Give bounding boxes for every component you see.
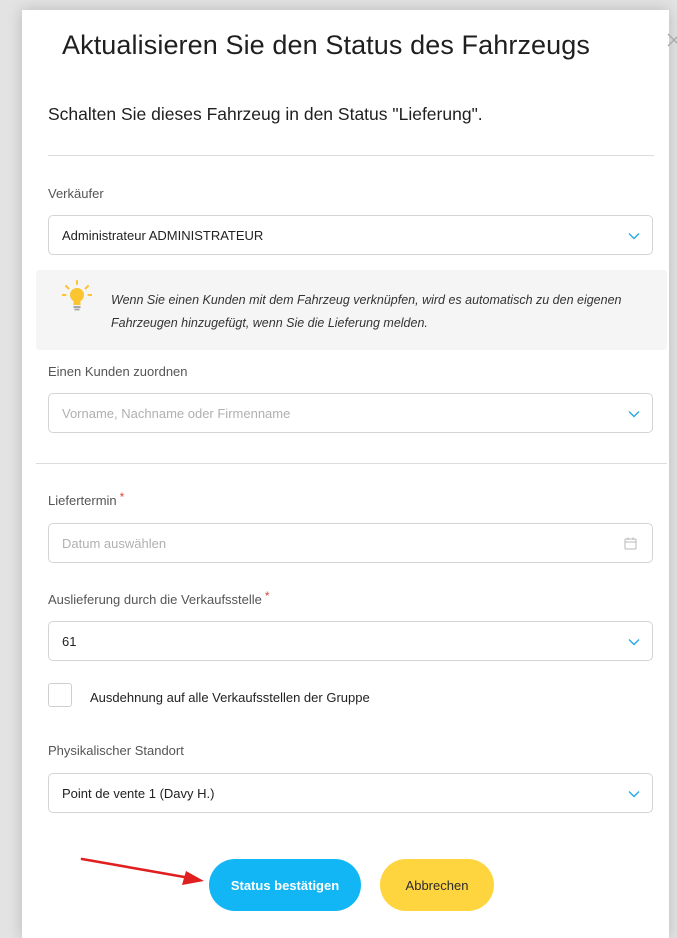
divider xyxy=(48,155,654,156)
extend-group-label[interactable]: Ausdehnung auf alle Verkaufsstellen der … xyxy=(90,690,370,705)
chevron-down-icon xyxy=(628,233,640,240)
close-icon[interactable] xyxy=(666,32,677,48)
customer-placeholder: Vorname, Nachname oder Firmenname xyxy=(62,406,291,421)
dialog-subtitle: Schalten Sie dieses Fahrzeug in den Stat… xyxy=(48,104,483,124)
extend-group-checkbox[interactable] xyxy=(48,683,72,707)
lightbulb-icon xyxy=(62,280,92,311)
delivery-date-placeholder: Datum auswählen xyxy=(62,536,167,551)
info-text: Wenn Sie einen Kunden mit dem Fahrzeug v… xyxy=(111,293,622,330)
outlet-value: 61 xyxy=(62,634,77,649)
confirm-status-button[interactable]: Status bestätigen xyxy=(209,859,361,911)
outlet-label: Auslieferung durch die Verkaufsstelle * xyxy=(48,589,270,607)
info-notice: Wenn Sie einen Kunden mit dem Fahrzeug v… xyxy=(36,270,667,350)
required-asterisk: * xyxy=(264,589,270,603)
physical-location-select[interactable]: Point de vente 1 (Davy H.) xyxy=(48,773,653,813)
delivery-date-picker[interactable]: Datum auswählen xyxy=(48,523,653,563)
seller-select[interactable]: Administrateur ADMINISTRATEUR xyxy=(48,215,653,255)
seller-label: Verkäufer xyxy=(48,186,104,201)
delivery-date-label: Liefertermin * xyxy=(48,490,125,508)
calendar-icon xyxy=(624,537,637,550)
chevron-down-icon xyxy=(628,411,640,418)
cancel-button[interactable]: Abbrechen xyxy=(380,859,494,911)
outlet-label-text: Auslieferung durch die Verkaufsstelle xyxy=(48,592,262,607)
required-asterisk: * xyxy=(119,490,125,504)
chevron-down-icon xyxy=(628,791,640,798)
physical-location-label: Physikalischer Standort xyxy=(48,743,184,758)
dialog-title: Aktualisieren Sie den Status des Fahrzeu… xyxy=(62,30,590,60)
customer-search-select[interactable]: Vorname, Nachname oder Firmenname xyxy=(48,393,653,433)
outlet-select[interactable]: 61 xyxy=(48,621,653,661)
customer-label: Einen Kunden zuordnen xyxy=(48,364,188,379)
divider xyxy=(36,463,667,464)
chevron-down-icon xyxy=(628,639,640,646)
annotation-arrow-icon xyxy=(80,857,204,885)
physical-location-value: Point de vente 1 (Davy H.) xyxy=(62,786,215,801)
delivery-date-label-text: Liefertermin xyxy=(48,493,117,508)
seller-value: Administrateur ADMINISTRATEUR xyxy=(62,228,264,243)
